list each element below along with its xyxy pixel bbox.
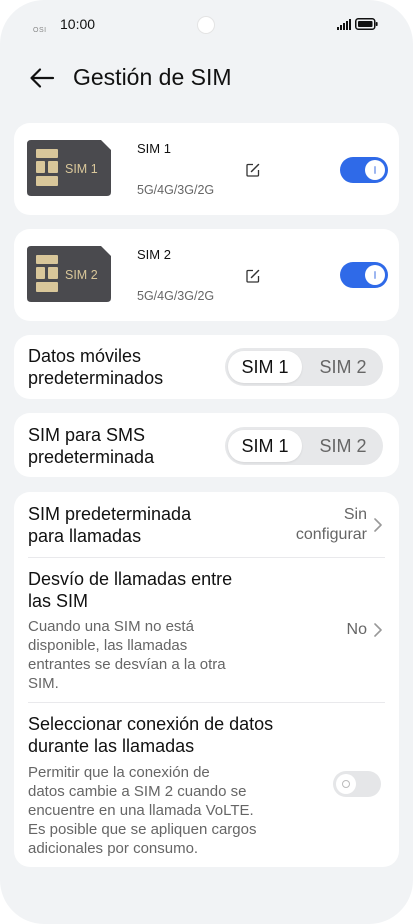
front-camera [197,16,215,34]
toggle-knob [365,160,385,180]
data-during-calls-toggle[interactable] [333,771,381,797]
signal-icon [337,19,351,30]
data-during-calls-row: Seleccionar conexión de datos durante la… [14,703,399,867]
calls-settings-card: SIM predeterminada para llamadas Sin con… [14,492,399,867]
default-data-selector: SIM 1 SIM 2 [225,348,383,386]
sim-1-card: SIM 1 SIM 1 5G/4G/3G/2G [14,123,399,215]
default-sms-selector: SIM 1 SIM 2 [225,427,383,465]
sim-card-label: SIM 1 [65,162,98,176]
chevron-right-icon [374,518,382,532]
sim-2-card: SIM 2 SIM 2 5G/4G/3G/2G [14,229,399,321]
default-call-sim-value: Sin configurar [295,506,367,543]
call-forwarding-description: Cuando una SIM no está disponible, las l… [28,618,226,692]
toggle-knob [336,774,356,794]
edit-icon[interactable] [246,269,260,283]
sim-networks: 5G/4G/3G/2G [137,289,215,303]
edit-icon[interactable] [246,163,260,177]
call-forwarding-title: Desvío de llamadas entre las SIM [28,569,233,611]
default-sms-sim-1-option[interactable]: SIM 1 [228,430,302,462]
back-button[interactable] [26,62,58,94]
status-time: 10:00 [60,16,96,32]
default-sms-label: SIM para SMS predeterminada [28,425,155,467]
default-sms-card: SIM para SMS predeterminada SIM 1 SIM 2 [14,413,399,477]
phone-screen: OSI 10:00 Gestión de SIM SIM 1 SIM 1 5G/… [0,0,413,924]
sim-card-icon: SIM 2 [27,246,111,302]
sim-card-label: SIM 2 [65,268,98,282]
status-tiny-label: OSI [33,27,47,34]
default-data-sim-1-option[interactable]: SIM 1 [228,351,302,383]
data-during-calls-title: Seleccionar conexión de datos durante la… [28,714,274,756]
default-data-sim-2-option[interactable]: SIM 2 [306,351,380,383]
sim-name: SIM 1 [137,141,171,156]
data-during-calls-description: Permitir que la conexión de datos cambie… [28,764,257,857]
arrow-left-icon [30,68,55,88]
sim-card-icon: SIM 1 [27,140,111,196]
page-title: Gestión de SIM [73,64,232,90]
default-sms-sim-2-option[interactable]: SIM 2 [306,430,380,462]
default-data-label: Datos móviles predeterminados [28,346,164,388]
chevron-right-icon [374,623,382,637]
default-data-card: Datos móviles predeterminados SIM 1 SIM … [14,335,399,399]
sim-networks: 5G/4G/3G/2G [137,183,215,197]
sim-name: SIM 2 [137,247,171,262]
status-bar: OSI 10:00 [0,0,413,50]
battery-icon [355,18,378,30]
toggle-knob [365,265,385,285]
call-forwarding-row[interactable]: Desvío de llamadas entre las SIM Cuando … [14,558,399,702]
sim-1-toggle[interactable] [340,157,388,183]
sim-2-toggle[interactable] [340,262,388,288]
default-call-sim-label: SIM predeterminada para llamadas [28,504,192,546]
call-forwarding-value: No [346,621,367,638]
default-call-sim-row[interactable]: SIM predeterminada para llamadas Sin con… [14,492,399,557]
